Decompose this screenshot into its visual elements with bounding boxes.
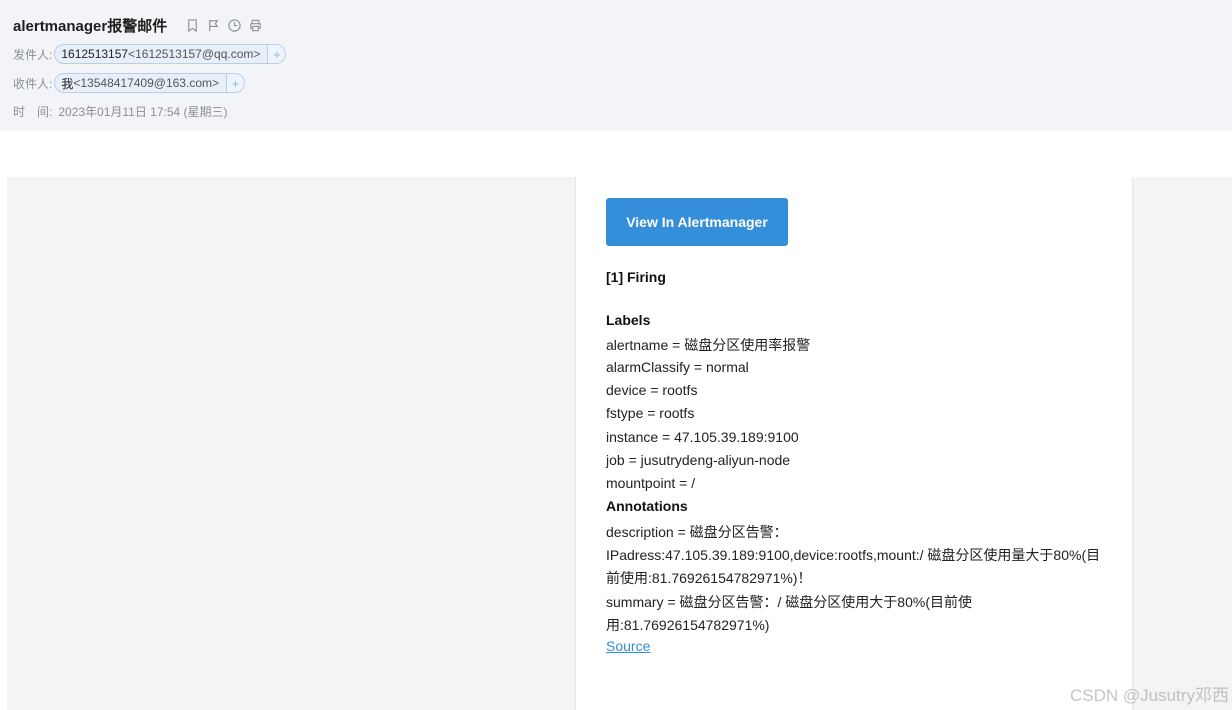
label-line: fstype = rootfs	[606, 405, 695, 421]
subject-toolbar	[185, 18, 263, 33]
print-icon[interactable]	[248, 18, 263, 33]
label-line: mountpoint = /	[606, 475, 696, 491]
clock-icon[interactable]	[227, 18, 242, 33]
sender-name: 1612513157	[61, 47, 129, 61]
annotation-line: IPadress:47.105.39.189:9100,device:rootf…	[606, 547, 1101, 563]
recipient-name: 我	[61, 76, 74, 91]
recipient-label: 收件人:	[13, 76, 53, 91]
sender-chip[interactable]: 1612513157 <1612513157@qq.com> +	[54, 44, 287, 64]
time-label: 时 间:	[13, 104, 53, 119]
time-value: 2023年01月11日 17:54 (星期三)	[58, 104, 228, 119]
annotation-line: 前使用:81.76926154782971%)！	[606, 570, 812, 586]
source-link[interactable]: Source	[606, 638, 650, 654]
recipient-row: 收件人: 我 <13548417409@163.com> +	[13, 72, 245, 94]
flag-icon[interactable]	[206, 18, 221, 33]
sender-address: <1612513157@qq.com>	[128, 47, 261, 61]
sender-row: 发件人: 1612513157 <1612513157@qq.com> +	[13, 43, 287, 65]
annotation-line: description = 磁盘分区告警：	[606, 524, 788, 540]
mail-subject: alertmanager报警邮件	[13, 17, 168, 35]
label-line: job = jusutrydeng-aliyun-node	[606, 452, 791, 468]
view-in-alertmanager-button[interactable]: View In Alertmanager	[606, 198, 788, 246]
watermark: CSDN @Jusutry邓西	[1070, 686, 1229, 705]
annotations-heading: Annotations	[606, 498, 688, 514]
label-line: alertname = 磁盘分区使用率报警	[606, 337, 811, 353]
sender-label: 发件人:	[13, 47, 53, 62]
time-row: 时 间: 2023年01月11日 17:54 (星期三)	[13, 100, 228, 122]
add-recipient-button[interactable]: +	[226, 74, 244, 92]
label-line: instance = 47.105.39.189:9100	[606, 429, 799, 445]
firing-title: [1] Firing	[606, 269, 666, 285]
label-line: alarmClassify = normal	[606, 359, 749, 375]
recipient-chip[interactable]: 我 <13548417409@163.com> +	[54, 73, 245, 93]
label-line: device = rootfs	[606, 382, 698, 398]
bookmark-icon[interactable]	[185, 18, 200, 33]
mail-header: alertmanager报警邮件 发件人: 1612513157 <161251…	[0, 0, 1232, 131]
subject-row: alertmanager报警邮件	[13, 14, 263, 36]
labels-heading: Labels	[606, 312, 651, 328]
recipient-address: <13548417409@163.com>	[73, 76, 219, 90]
annotation-line: summary = 磁盘分区告警：/ 磁盘分区使用大于80%(目前使	[606, 594, 972, 610]
add-sender-button[interactable]: +	[267, 45, 286, 63]
annotation-line: 用:81.76926154782971%)	[606, 617, 770, 633]
